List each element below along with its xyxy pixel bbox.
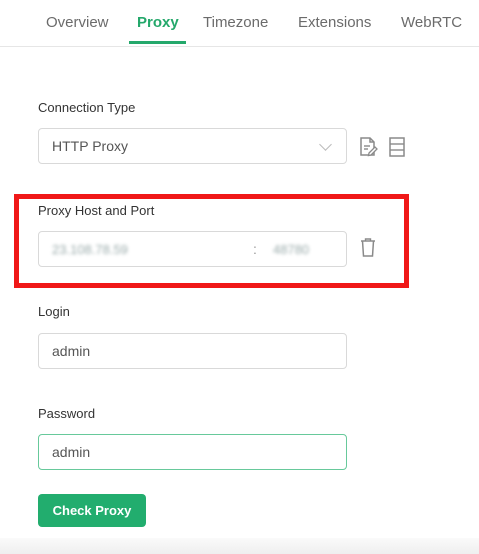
- active-tab-indicator: [129, 41, 186, 44]
- login-value: admin: [52, 343, 91, 359]
- password-field[interactable]: admin: [38, 434, 347, 470]
- tab-webrtc[interactable]: WebRTC: [401, 14, 462, 31]
- tab-timezone[interactable]: Timezone: [203, 14, 268, 31]
- proxy-list-icon[interactable]: [388, 136, 406, 158]
- highlight-box: [14, 194, 409, 288]
- connection-type-value: HTTP Proxy: [52, 138, 128, 154]
- password-label: Password: [38, 406, 96, 421]
- tab-extensions[interactable]: Extensions: [298, 14, 371, 31]
- tab-bar: Overview Proxy Timezone Extensions WebRT…: [0, 0, 479, 47]
- login-field[interactable]: admin: [38, 333, 347, 369]
- connection-type-label: Connection Type: [38, 100, 136, 115]
- chevron-down-icon: [319, 138, 332, 151]
- connection-type-select[interactable]: HTTP Proxy: [38, 128, 347, 164]
- password-value: admin: [52, 444, 91, 460]
- bottom-edge: [0, 538, 479, 554]
- login-label: Login: [38, 304, 70, 319]
- paste-list-icon[interactable]: [359, 136, 378, 158]
- tab-proxy[interactable]: Proxy: [137, 14, 179, 31]
- proxy-settings-page: Overview Proxy Timezone Extensions WebRT…: [0, 0, 479, 554]
- check-proxy-button[interactable]: Check Proxy: [38, 494, 146, 527]
- tab-overview[interactable]: Overview: [46, 14, 109, 31]
